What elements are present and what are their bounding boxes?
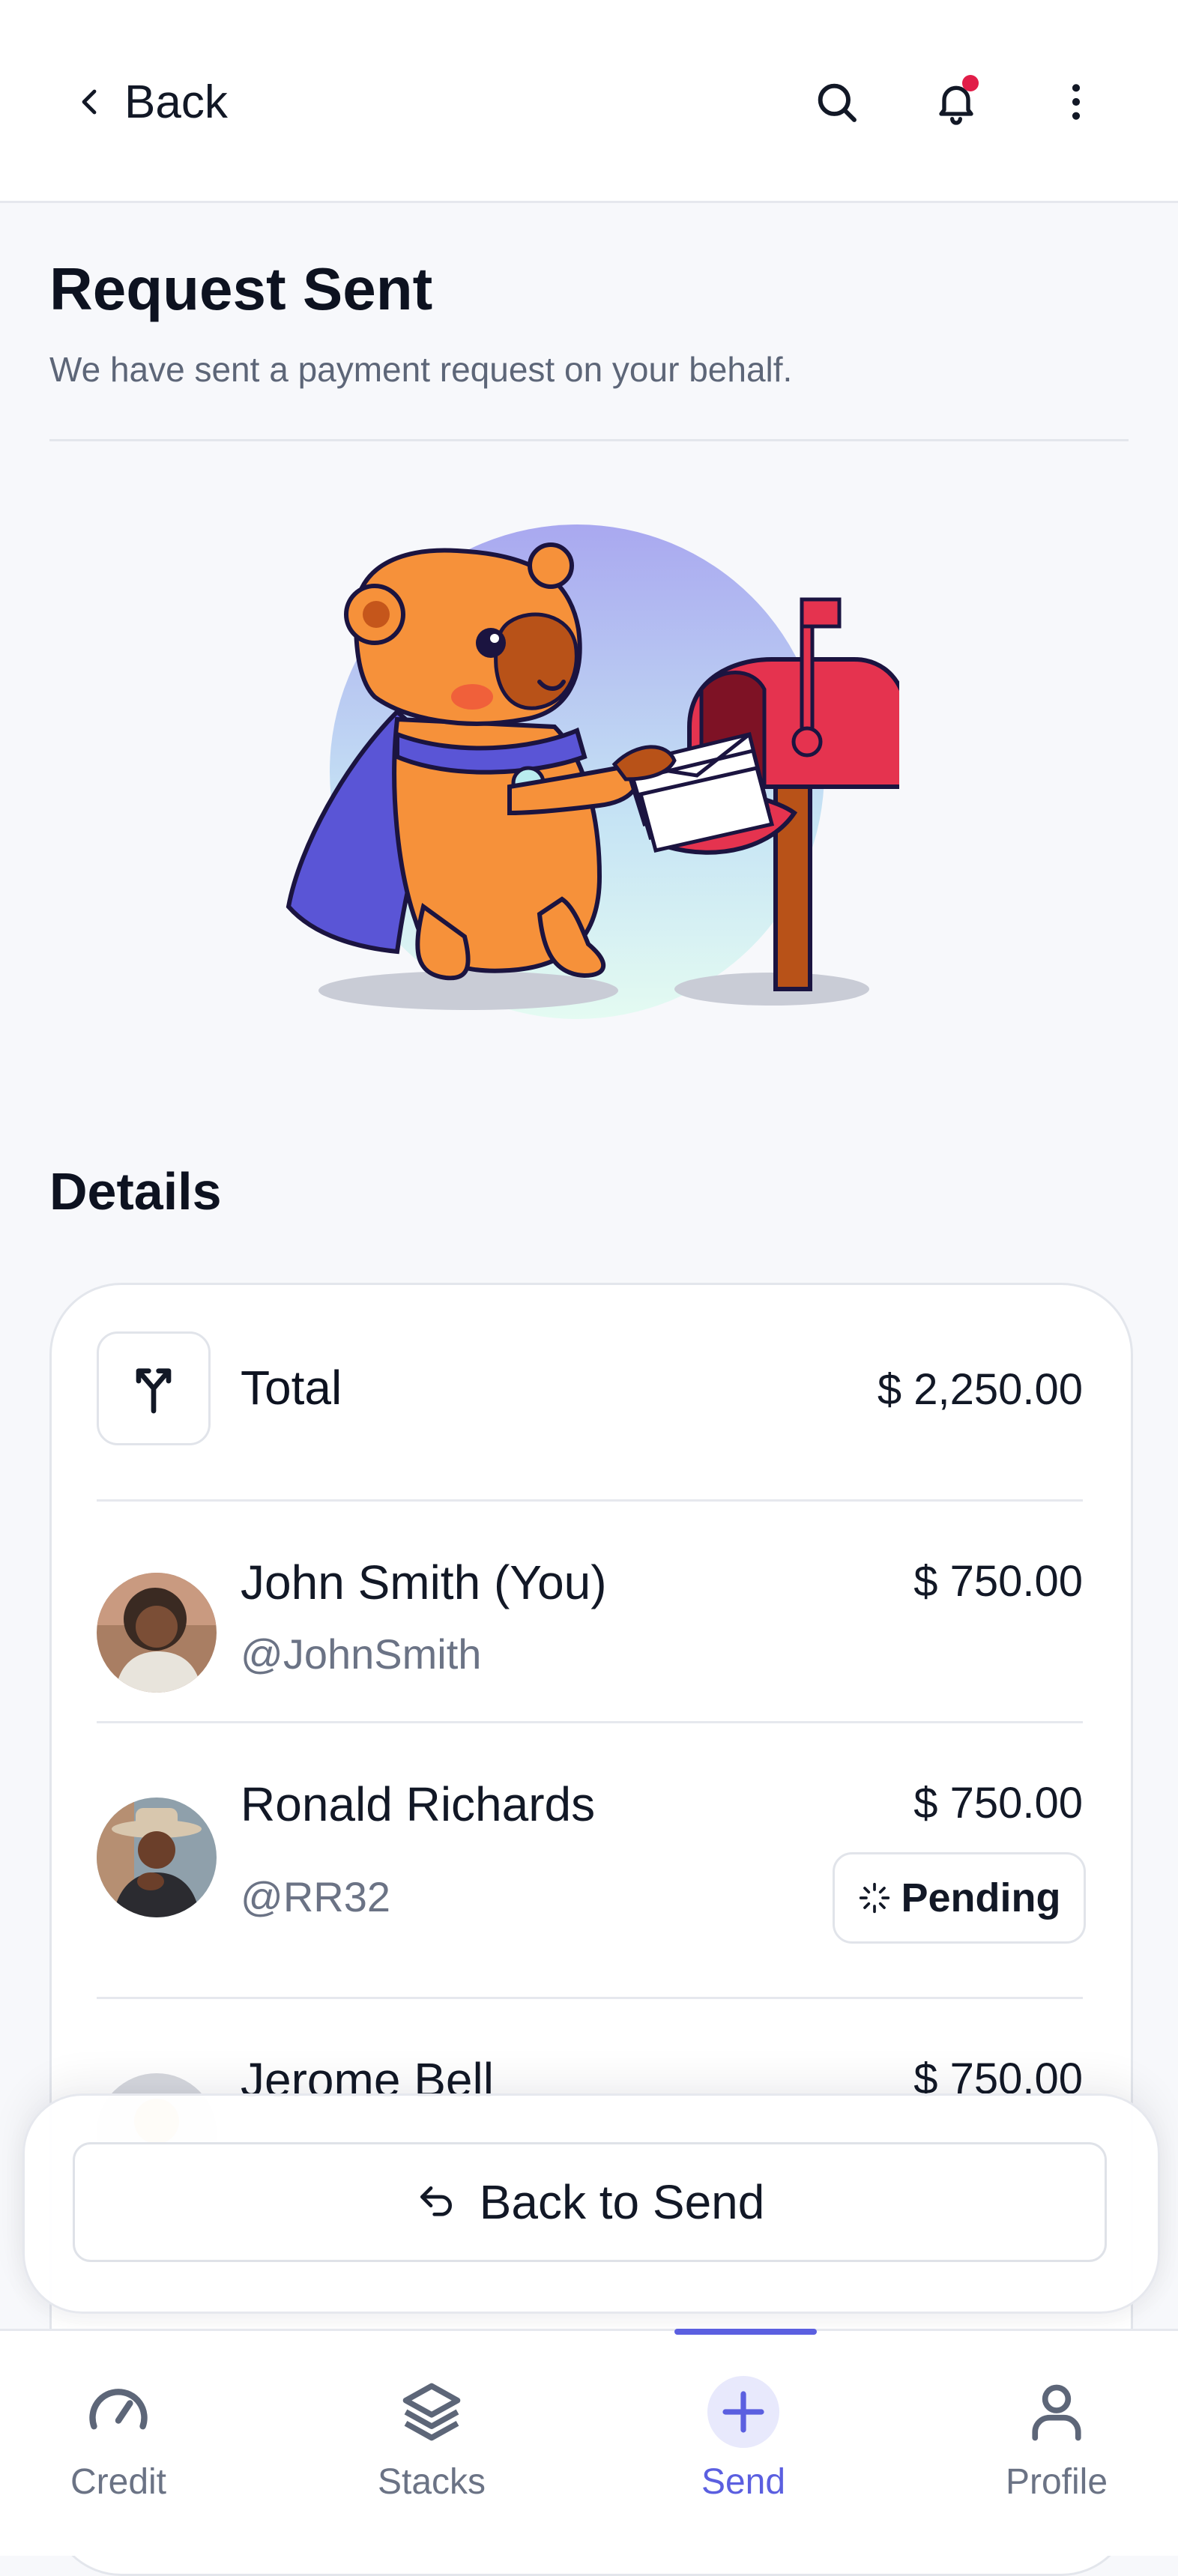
- nav-label: Stacks: [377, 2462, 486, 2502]
- more-vertical-icon: [1072, 84, 1081, 120]
- back-label: Back: [124, 76, 228, 128]
- action-panel: Back to Send: [22, 2093, 1160, 2314]
- undo-arrow-icon: [420, 2186, 452, 2216]
- nav-item-stacks[interactable]: Stacks: [319, 2376, 544, 2503]
- nav-label: Profile: [1005, 2462, 1108, 2502]
- details-heading: Details: [49, 1162, 222, 1221]
- nav-label: Credit: [70, 2462, 167, 2502]
- search-button[interactable]: [806, 72, 866, 132]
- search-icon: [818, 83, 857, 122]
- person-amount: $ 750.00: [913, 1557, 1083, 1606]
- person-name: Ronald Richards: [241, 1777, 596, 1831]
- split-arrow-icon: [136, 1368, 172, 1414]
- chevron-left-icon: [82, 89, 97, 115]
- page-title: Request Sent: [49, 256, 433, 322]
- total-amount: $ 2,250.00: [877, 1365, 1083, 1414]
- user-icon: [1021, 2376, 1093, 2448]
- person-handle: @JohnSmith: [241, 1630, 482, 1678]
- active-tab-indicator: [674, 2329, 817, 2335]
- notification-badge: [962, 75, 979, 91]
- nav-item-send[interactable]: Send: [631, 2376, 856, 2503]
- notifications-button[interactable]: [926, 72, 986, 132]
- person-name: John Smith (You): [241, 1555, 607, 1609]
- person-amount: $ 750.00: [913, 1779, 1083, 1827]
- back-button[interactable]: Back: [72, 69, 228, 135]
- back-to-send-button[interactable]: Back to Send: [73, 2142, 1107, 2262]
- page-subtitle: We have sent a payment request on your b…: [49, 350, 793, 389]
- split-icon-box: [97, 1331, 211, 1445]
- back-to-send-label: Back to Send: [479, 2175, 765, 2229]
- pending-label: Pending: [901, 1875, 1061, 1920]
- divider: [49, 439, 1129, 441]
- person-handle: @RR32: [241, 1873, 391, 1920]
- bottom-navigation: Credit Stacks Send Profile: [0, 2329, 1178, 2556]
- loader-icon: [859, 1882, 889, 1914]
- avatar-john-smith: [97, 1573, 217, 1693]
- divider: [97, 1721, 1083, 1723]
- stack-icon: [396, 2376, 468, 2448]
- top-bar: Back: [0, 0, 1178, 203]
- more-options-button[interactable]: [1046, 72, 1106, 132]
- pending-status-badge: Pending: [833, 1852, 1086, 1944]
- avatar-ronald-richards: [97, 1798, 217, 1917]
- nav-item-credit[interactable]: Credit: [6, 2376, 231, 2503]
- gauge-icon: [82, 2376, 154, 2448]
- plus-icon: [707, 2376, 779, 2448]
- capybara-mailbox-illustration: [286, 524, 899, 1019]
- total-label: Total: [241, 1361, 342, 1415]
- divider: [97, 1997, 1083, 1999]
- divider: [97, 1499, 1083, 1502]
- nav-label: Send: [701, 2462, 786, 2502]
- nav-item-profile[interactable]: Profile: [944, 2376, 1169, 2503]
